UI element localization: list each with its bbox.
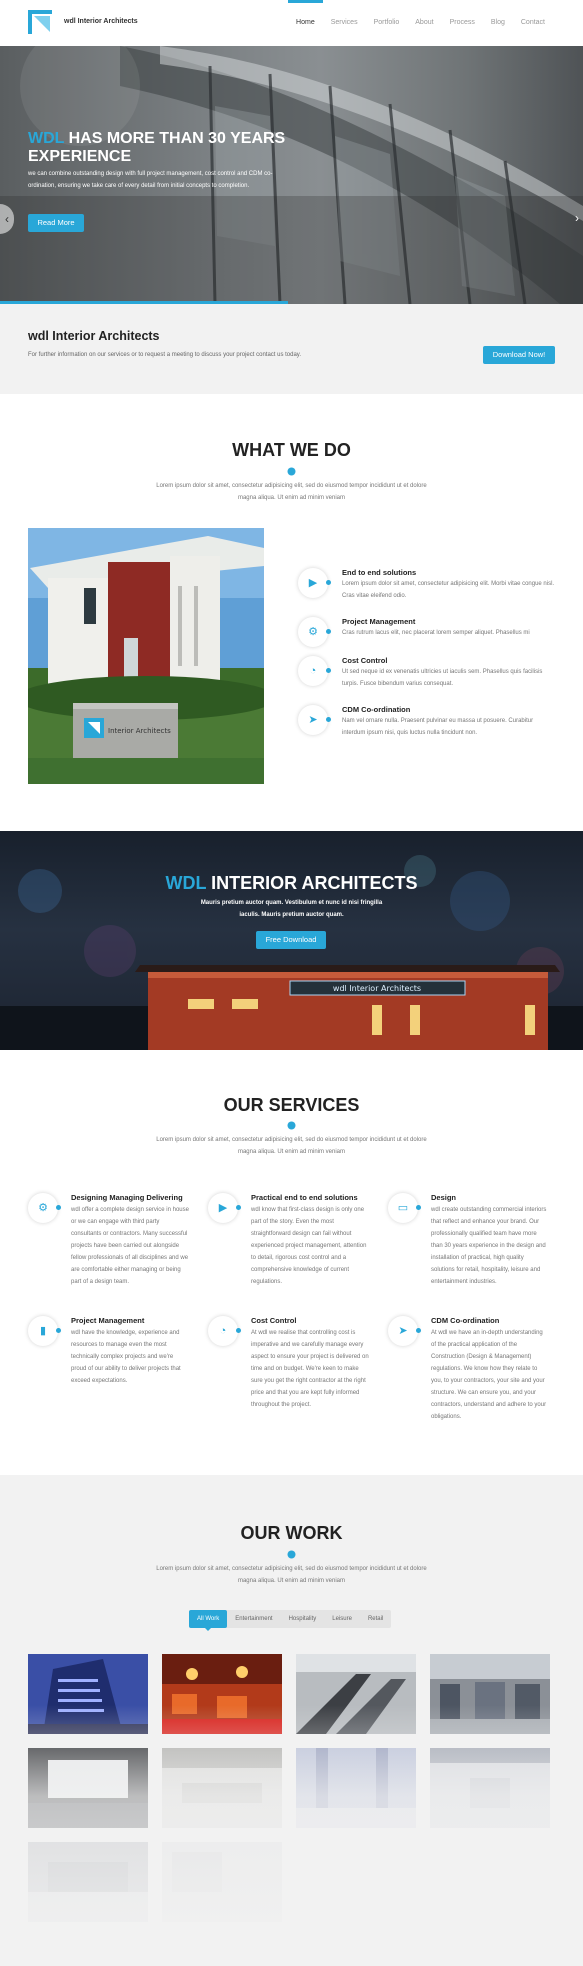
feature-item: ▶ End to end solutions Lorem ipsum dolor… [298, 568, 558, 604]
cogs-icon: ⚙ [28, 1193, 58, 1223]
service-item: ➤ CDM Co-ordination At wdl we have an in… [388, 1316, 548, 1420]
logo-text[interactable]: wdl Interior Architects [64, 18, 138, 25]
banner-text: Mauris pretium auctor quam. Vestibulum e… [200, 900, 383, 918]
pie-chart-icon: ◔ [208, 1316, 238, 1346]
service-item: ▭ Design wdl create outstanding commerci… [388, 1193, 548, 1293]
feature-title: End to end solutions [342, 568, 417, 577]
feature-text: Ut sed neque id ex venenatis ultricies u… [342, 669, 543, 687]
feature-dot [326, 580, 331, 585]
bar-chart-icon: ▮ [28, 1316, 58, 1346]
what-we-do-subtitle: Lorem ipsum dolor sit amet, consectetur … [156, 483, 427, 501]
feature-text: Lorem ipsum dolor sit amet, consectetur … [342, 581, 555, 599]
download-now-button[interactable]: Download Now! [483, 346, 555, 364]
feature-dot [326, 629, 331, 634]
office-building-image: Interior Architects [28, 528, 264, 784]
service-item: ▮ Project Management wdl have the knowle… [28, 1316, 188, 1416]
service-dot [236, 1205, 241, 1210]
service-dot [416, 1328, 421, 1333]
filter-retail[interactable]: Retail [360, 1610, 391, 1628]
service-text: At wdl we realise that controlling cost … [251, 1330, 369, 1408]
slider-next-icon[interactable]: › [575, 211, 579, 225]
logo-icon[interactable] [28, 10, 52, 34]
hero-title: WDL HAS MORE THAN 30 YEARS EXPERIENCE [28, 130, 328, 166]
filter-leisure[interactable]: Leisure [324, 1610, 360, 1628]
service-text: wdl have the knowledge, experience and r… [71, 1330, 181, 1384]
free-download-button[interactable]: Free Download [256, 931, 326, 949]
service-title: Practical end to end solutions [251, 1193, 358, 1202]
services-title: OUR SERVICES [223, 1095, 360, 1115]
page: wdl Interior Architects Home Services Po… [0, 0, 583, 1966]
feature-item: ⚙ Project Management Cras rutrum lacus e… [298, 617, 558, 653]
navigation-icon: ➤ [298, 705, 328, 735]
hero-title-rest: HAS MORE THAN 30 YEARS EXPERIENCE [28, 130, 286, 165]
service-text: wdl create outstanding commercial interi… [431, 1207, 547, 1285]
service-dot [236, 1328, 241, 1333]
pie-chart-icon: ◔ [298, 656, 328, 686]
cta-text: For further information on our services … [28, 352, 302, 358]
monitor-icon: ▭ [388, 1193, 418, 1223]
service-text: wdl know that first-class design is only… [251, 1207, 367, 1285]
cta-band: wdl Interior Architects For further info… [0, 304, 583, 394]
site-header: wdl Interior Architects Home Services Po… [0, 0, 583, 46]
nav-about[interactable]: About [407, 0, 441, 46]
service-title: Cost Control [251, 1316, 297, 1325]
service-title: Project Management [71, 1316, 145, 1325]
feature-dot [326, 717, 331, 722]
main-nav: Home Services Portfolio About Process Bl… [288, 0, 553, 46]
service-text: wdl offer a complete design service in h… [71, 1207, 189, 1285]
service-dot [56, 1205, 61, 1210]
section-divider-icon [287, 1121, 296, 1130]
feature-title: Project Management [342, 617, 416, 626]
feature-title: Cost Control [342, 656, 388, 665]
what-we-do-title: WHAT WE DO [232, 440, 351, 460]
filter-hospitality[interactable]: Hospitality [281, 1610, 325, 1628]
feature-item: ➤ CDM Co-ordination Nam vel ornare nulla… [298, 705, 558, 741]
nav-home[interactable]: Home [288, 0, 323, 46]
our-work-section: OUR WORK Lorem ipsum dolor sit amet, con… [0, 1475, 583, 1966]
service-item: ▶ Practical end to end solutions wdl kno… [208, 1193, 368, 1293]
feature-title: CDM Co-ordination [342, 705, 411, 714]
play-icon: ▶ [208, 1193, 238, 1223]
feature-dot [326, 668, 331, 673]
portfolio-filter: All Work Entertainment Hospitality Leisu… [189, 1610, 392, 1631]
service-item: ⚙ Designing Managing Delivering wdl offe… [28, 1193, 189, 1293]
cogs-icon: ⚙ [298, 617, 328, 647]
nav-portfolio[interactable]: Portfolio [366, 0, 408, 46]
service-item: ◔ Cost Control At wdl we realise that co… [208, 1316, 369, 1416]
work-subtitle: Lorem ipsum dolor sit amet, consectetur … [156, 1566, 427, 1584]
nav-contact[interactable]: Contact [513, 0, 553, 46]
parallax-banner: wdl Interior Architects WDL INTERIOR ARC… [0, 831, 583, 1050]
section-divider-icon [287, 1550, 296, 1559]
nav-blog[interactable]: Blog [483, 0, 513, 46]
service-dot [416, 1205, 421, 1210]
banner-title-rest: INTERIOR ARCHITECTS [206, 873, 418, 893]
service-text: At wdl we have an in-depth understanding… [431, 1330, 547, 1420]
hero-slider: WDL HAS MORE THAN 30 YEARS EXPERIENCE we… [0, 46, 583, 304]
filter-entertainment[interactable]: Entertainment [227, 1610, 280, 1628]
work-title: OUR WORK [240, 1523, 343, 1543]
feature-text: Nam vel ornare nulla. Praesent pulvinar … [342, 718, 534, 736]
cta-title: wdl Interior Architects [28, 329, 160, 343]
banner-title: WDL INTERIOR ARCHITECTS [0, 873, 583, 894]
play-icon: ▶ [298, 568, 328, 598]
building-sign-text: wdl Interior Architects [333, 984, 421, 993]
section-divider-icon [287, 467, 296, 476]
service-title: CDM Co-ordination [431, 1316, 500, 1325]
services-subtitle: Lorem ipsum dolor sit amet, consectetur … [156, 1137, 427, 1155]
feature-item: ◔ Cost Control Ut sed neque id ex venena… [298, 656, 558, 692]
service-dot [56, 1328, 61, 1333]
service-title: Designing Managing Delivering [71, 1193, 183, 1202]
filter-all-work[interactable]: All Work [189, 1610, 228, 1631]
sign-text: Interior Architects [108, 727, 171, 735]
navigation-icon: ➤ [388, 1316, 418, 1346]
nav-services[interactable]: Services [323, 0, 366, 46]
hero-text: we can combine outstanding design with f… [28, 171, 273, 189]
content-fade-overlay [0, 1705, 583, 1966]
service-title: Design [431, 1193, 457, 1202]
hero-title-accent: WDL [28, 130, 65, 147]
nav-process[interactable]: Process [442, 0, 483, 46]
banner-title-accent: WDL [165, 873, 207, 893]
read-more-button[interactable]: Read More [28, 214, 84, 232]
feature-text: Cras rutrum lacus elit, nec placerat lor… [342, 630, 530, 636]
